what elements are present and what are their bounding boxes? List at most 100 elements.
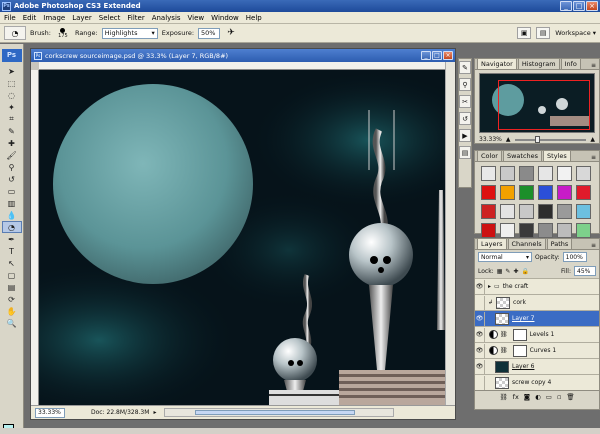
style-swatch[interactable] <box>557 204 572 219</box>
zoom-in-icon[interactable]: ▲ <box>590 136 595 143</box>
menu-image[interactable]: Image <box>43 14 65 22</box>
doc-minimize-button[interactable]: _ <box>421 51 431 60</box>
layer-row-selected[interactable]: 👁 Layer 7 <box>475 310 599 326</box>
tab-swatches[interactable]: Swatches <box>502 150 543 161</box>
menu-select[interactable]: Select <box>99 14 121 22</box>
move-tool-icon[interactable]: ➤ <box>2 65 22 77</box>
eye-icon[interactable]: 👁 <box>475 311 485 326</box>
panel-menu-icon[interactable]: ≡ <box>591 242 599 249</box>
style-swatch[interactable] <box>500 185 515 200</box>
tab-paths[interactable]: Paths <box>546 238 573 249</box>
close-button[interactable]: × <box>586 1 598 11</box>
menu-analysis[interactable]: Analysis <box>152 14 181 22</box>
new-layer-icon[interactable]: ▫ <box>557 393 561 401</box>
tool-preset-picker[interactable]: ◔ <box>4 26 26 40</box>
lock-image-icon[interactable]: ✎ <box>505 268 510 275</box>
panel-menu-icon[interactable]: ≡ <box>591 62 599 69</box>
delete-layer-icon[interactable]: 🗑 <box>566 393 574 401</box>
menu-file[interactable]: File <box>4 14 16 22</box>
opacity-input[interactable]: 100% <box>562 252 587 262</box>
style-swatch[interactable] <box>481 223 496 238</box>
hand-tool-icon[interactable]: ✋ <box>2 305 22 317</box>
eye-icon[interactable]: 👁 <box>475 359 485 374</box>
eye-icon[interactable]: 👁 <box>475 279 485 294</box>
status-arrow-icon[interactable]: ▸ <box>153 409 156 416</box>
lock-transparent-icon[interactable]: ▦ <box>497 268 503 275</box>
zoom-level-input[interactable]: 33.33% <box>35 407 65 418</box>
style-swatch[interactable] <box>557 185 572 200</box>
type-tool-icon[interactable]: T <box>2 245 22 257</box>
zoom-tool-icon[interactable]: 🔍 <box>2 317 22 329</box>
panel-menu-icon[interactable]: ≡ <box>591 154 599 161</box>
style-swatch[interactable] <box>481 204 496 219</box>
eraser-tool-icon[interactable]: ▭ <box>2 185 22 197</box>
blend-mode-select[interactable]: Normal ▾ <box>478 252 532 262</box>
style-swatch[interactable] <box>576 185 591 200</box>
tab-channels[interactable]: Channels <box>507 238 546 249</box>
expand-arrow-icon[interactable]: ▸ <box>488 283 491 290</box>
doc-close-button[interactable]: × <box>443 51 453 60</box>
tab-styles[interactable]: Styles <box>543 150 571 161</box>
layer-row[interactable]: ↲ cork <box>475 294 599 310</box>
navigator-view-box[interactable] <box>498 80 590 130</box>
navigator-preview[interactable] <box>479 73 595 133</box>
document-info[interactable]: Doc: 22.8M/328.3M <box>91 409 149 416</box>
navigator-zoom-slider[interactable] <box>514 135 587 143</box>
menu-window[interactable]: Window <box>211 14 239 22</box>
layer-row[interactable]: 👁 ▸ ▭ the craft <box>475 278 599 294</box>
style-swatch[interactable] <box>500 204 515 219</box>
gradient-tool-icon[interactable]: ▥ <box>2 197 22 209</box>
tab-color[interactable]: Color <box>477 150 502 161</box>
menu-view[interactable]: View <box>188 14 205 22</box>
blur-tool-icon[interactable]: 💧 <box>2 209 22 221</box>
history-brush-tool-icon[interactable]: ↺ <box>2 173 22 185</box>
doc-maximize-button[interactable]: □ <box>432 51 442 60</box>
style-swatch[interactable] <box>576 166 591 181</box>
style-swatch[interactable] <box>500 166 515 181</box>
3d-tool-icon[interactable]: ⟳ <box>2 293 22 305</box>
style-swatch[interactable] <box>519 166 534 181</box>
tab-info[interactable]: Info <box>560 58 581 69</box>
style-swatch[interactable] <box>538 223 553 238</box>
tab-layers[interactable]: Layers <box>477 238 507 249</box>
lock-all-icon[interactable]: 🔒 <box>521 268 528 275</box>
eye-icon[interactable] <box>475 295 485 310</box>
adjustment-layer-button-icon[interactable]: ◐ <box>535 393 541 401</box>
bridge-button[interactable]: ▣ <box>517 27 532 39</box>
shape-tool-icon[interactable]: ▢ <box>2 269 22 281</box>
menu-filter[interactable]: Filter <box>127 14 144 22</box>
tab-navigator[interactable]: Navigator <box>477 58 517 69</box>
healing-brush-tool-icon[interactable]: ✚ <box>2 137 22 149</box>
add-mask-icon[interactable]: ◙ <box>524 393 530 401</box>
lasso-tool-icon[interactable]: ◌ <box>2 89 22 101</box>
style-swatch[interactable] <box>519 185 534 200</box>
zoom-out-icon[interactable]: ▲ <box>506 136 511 143</box>
style-swatch[interactable] <box>481 185 496 200</box>
eye-icon[interactable]: 👁 <box>475 343 485 358</box>
notes-tool-icon[interactable]: ▤ <box>2 281 22 293</box>
brushes-panel-button[interactable]: ✎ <box>459 61 471 74</box>
range-select[interactable]: Highlights ▾ <box>101 27 158 39</box>
fill-input[interactable]: 45% <box>574 266 596 276</box>
airbrush-toggle[interactable]: ✈ <box>224 27 238 40</box>
menu-layer[interactable]: Layer <box>72 14 92 22</box>
zoom-slider-knob[interactable] <box>534 135 540 143</box>
menu-help[interactable]: Help <box>246 14 262 22</box>
style-swatch[interactable] <box>538 204 553 219</box>
layer-row[interactable]: 👁 ⛓ Levels 1 <box>475 326 599 342</box>
layer-style-icon[interactable]: fx <box>513 393 519 401</box>
style-swatch[interactable] <box>557 166 572 181</box>
style-swatch[interactable] <box>538 166 553 181</box>
eye-icon[interactable]: 👁 <box>475 327 485 342</box>
pen-tool-icon[interactable]: ✒ <box>2 233 22 245</box>
exposure-input[interactable]: 50% <box>198 27 221 39</box>
tab-histogram[interactable]: Histogram <box>517 58 560 69</box>
dodge-tool-icon[interactable]: ◔ <box>1 221 22 233</box>
horizontal-scroll-thumb[interactable] <box>195 410 356 415</box>
lock-position-icon[interactable]: ✚ <box>513 268 518 275</box>
style-swatch[interactable] <box>500 223 515 238</box>
path-selection-tool-icon[interactable]: ↖ <box>2 257 22 269</box>
workspace-menu[interactable]: Workspace ▾ <box>555 29 596 37</box>
clone-source-panel-button[interactable]: ⚲ <box>459 78 471 91</box>
style-swatch[interactable] <box>519 223 534 238</box>
